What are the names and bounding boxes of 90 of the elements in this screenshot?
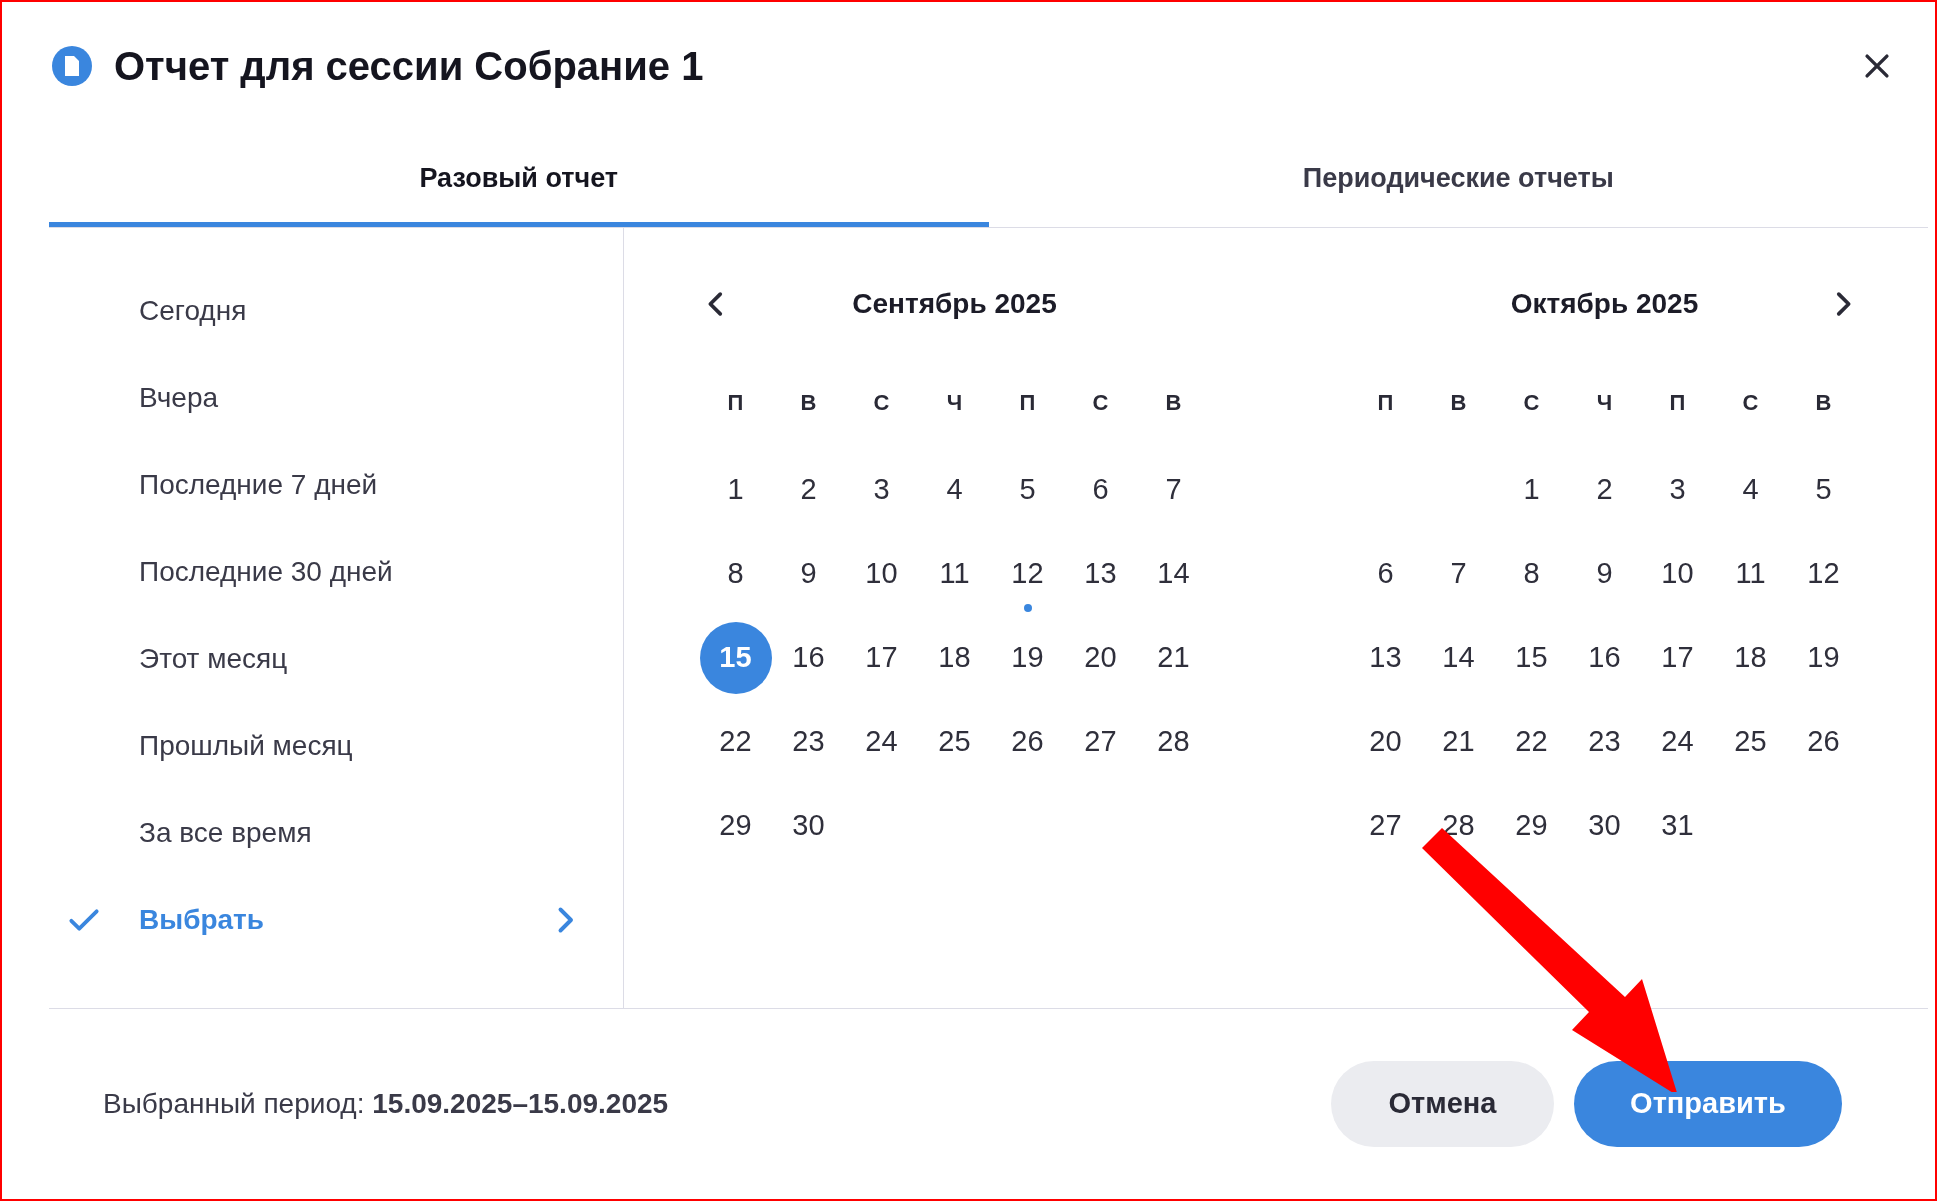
preset-option[interactable]: Сегодня: [49, 267, 583, 354]
calendar-day[interactable]: 8: [1495, 538, 1568, 610]
weekday-label: С: [1741, 388, 1760, 417]
calendar-day[interactable]: 13: [1064, 538, 1137, 610]
calendar-day[interactable]: 15: [699, 622, 772, 694]
tab[interactable]: Периодические отчеты: [988, 130, 1928, 227]
calendar-day[interactable]: 16: [772, 622, 845, 694]
calendar-day[interactable]: 4: [918, 454, 991, 526]
calendar-day[interactable]: 20: [1349, 706, 1422, 778]
calendar-day[interactable]: 14: [1137, 538, 1210, 610]
calendar-day[interactable]: 2: [1568, 454, 1641, 526]
weekday-label: П: [726, 388, 745, 417]
preset-option[interactable]: Последние 7 дней: [49, 441, 583, 528]
calendar-day[interactable]: 22: [699, 706, 772, 778]
dialog-title: Отчет для сессии Собрание 1: [114, 43, 704, 90]
calendar-day[interactable]: 16: [1568, 622, 1641, 694]
calendar-day[interactable]: 21: [1422, 706, 1495, 778]
weekday-label: С: [1522, 388, 1541, 417]
calendar-day[interactable]: 9: [1568, 538, 1641, 610]
calendar-day[interactable]: 1: [1495, 454, 1568, 526]
calendar-day[interactable]: 17: [845, 622, 918, 694]
calendar-day[interactable]: 5: [1787, 454, 1860, 526]
calendar-day[interactable]: 23: [772, 706, 845, 778]
calendar-day[interactable]: 17: [1641, 622, 1714, 694]
calendar-day[interactable]: 3: [1641, 454, 1714, 526]
calendar-day[interactable]: 13: [1349, 622, 1422, 694]
preset-option[interactable]: Вчера: [49, 354, 583, 441]
calendar-day[interactable]: 27: [1064, 706, 1137, 778]
calendar-day[interactable]: 6: [1349, 538, 1422, 610]
tab[interactable]: Разовый отчет: [49, 130, 989, 227]
weekday-label: В: [1164, 388, 1183, 417]
preset-option[interactable]: Прошлый месяц: [49, 702, 583, 789]
weekday-label: С: [1091, 388, 1110, 417]
preset-option[interactable]: Выбрать: [49, 876, 583, 963]
calendar-day[interactable]: 22: [1495, 706, 1568, 778]
calendar-day[interactable]: 24: [1641, 706, 1714, 778]
calendar-day[interactable]: 18: [1714, 622, 1787, 694]
calendar-day[interactable]: 27: [1349, 790, 1422, 862]
calendar-day[interactable]: 29: [1495, 790, 1568, 862]
document-icon: [52, 46, 92, 86]
calendar-day[interactable]: 12: [991, 538, 1064, 610]
calendar-day[interactable]: 20: [1064, 622, 1137, 694]
weekday-label: С: [872, 388, 891, 417]
calendar-day[interactable]: 10: [1641, 538, 1714, 610]
calendar-day[interactable]: 19: [1787, 622, 1860, 694]
calendar-day[interactable]: 24: [845, 706, 918, 778]
calendar-day[interactable]: 15: [1495, 622, 1568, 694]
calendar-day[interactable]: 11: [918, 538, 991, 610]
calendar-day[interactable]: 8: [699, 538, 772, 610]
weekday-label: В: [799, 388, 818, 417]
weekday-label: П: [1668, 388, 1687, 417]
preset-option[interactable]: Этот месяц: [49, 615, 583, 702]
calendar-day[interactable]: 1: [699, 454, 772, 526]
weekday-label: В: [1449, 388, 1468, 417]
calendar-day[interactable]: 29: [699, 790, 772, 862]
calendar-day[interactable]: 25: [918, 706, 991, 778]
calendar-day[interactable]: 7: [1422, 538, 1495, 610]
calendar-day[interactable]: 9: [772, 538, 845, 610]
calendar-day[interactable]: 12: [1787, 538, 1860, 610]
weekday-label: Ч: [1595, 388, 1614, 417]
calendar-day[interactable]: 10: [845, 538, 918, 610]
calendar-day[interactable]: 3: [845, 454, 918, 526]
month-title: Сентябрь 2025: [852, 287, 1057, 321]
preset-option[interactable]: Последние 30 дней: [49, 528, 583, 615]
calendar-day[interactable]: 4: [1714, 454, 1787, 526]
calendar-day[interactable]: 7: [1137, 454, 1210, 526]
calendar-day[interactable]: 21: [1137, 622, 1210, 694]
calendar-day[interactable]: 14: [1422, 622, 1495, 694]
weekday-label: П: [1376, 388, 1395, 417]
weekday-label: В: [1814, 388, 1833, 417]
cancel-button[interactable]: Отмена: [1331, 1061, 1554, 1147]
calendar-day[interactable]: 26: [991, 706, 1064, 778]
calendar-day[interactable]: 23: [1568, 706, 1641, 778]
calendar-day[interactable]: 30: [772, 790, 845, 862]
calendar-day[interactable]: 6: [1064, 454, 1137, 526]
calendar-day[interactable]: 26: [1787, 706, 1860, 778]
weekday-label: П: [1018, 388, 1037, 417]
month-title: Октябрь 2025: [1510, 287, 1699, 321]
calendar-day[interactable]: 31: [1641, 790, 1714, 862]
calendar-day[interactable]: 11: [1714, 538, 1787, 610]
calendar-day[interactable]: 2: [772, 454, 845, 526]
weekday-label: Ч: [945, 388, 964, 417]
calendar-day[interactable]: 25: [1714, 706, 1787, 778]
calendar-day[interactable]: 5: [991, 454, 1064, 526]
preset-option[interactable]: За все время: [49, 789, 583, 876]
calendar-day[interactable]: 28: [1137, 706, 1210, 778]
selected-period-text: Выбранный период: 15.09.2025–15.09.2025: [103, 1087, 669, 1121]
calendar-day[interactable]: 19: [991, 622, 1064, 694]
calendar-day[interactable]: 30: [1568, 790, 1641, 862]
calendar-day[interactable]: 18: [918, 622, 991, 694]
